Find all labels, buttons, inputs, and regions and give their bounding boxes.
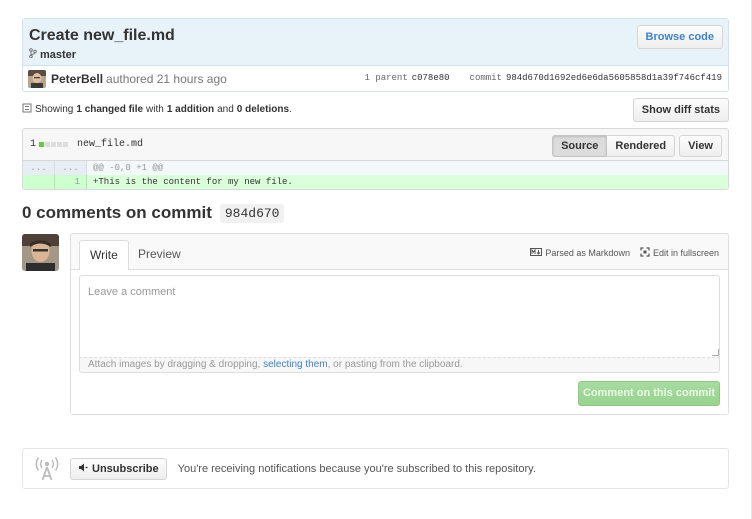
current-user-avatar[interactable] [22,234,59,271]
toc-period: . [289,104,292,115]
added-line: +This is the content for my new file. [93,177,293,187]
authored-time: authored 21 hours ago [106,72,227,86]
commit-sha: 984d670d1692ed6e6da5605858d1a39f746cf419 [505,73,722,83]
markdown-help[interactable]: Parsed as Markdown [530,248,630,258]
file-change-count: 1 [30,139,37,150]
browse-code-button[interactable]: Browse code [636,25,723,49]
comment-textarea[interactable] [79,275,720,357]
broadcast-icon [34,456,60,482]
toc-additions: 1 addition [166,104,215,115]
line-number-old[interactable] [23,175,55,189]
hunk-header: @@ -0,0 +1 @@ [93,163,164,173]
parent-sha-link[interactable]: c078e80 [412,73,450,83]
rendered-button[interactable]: Rendered [607,135,676,157]
file-diff: 1 new_file.md Source Rendered View ... .… [22,128,729,190]
source-button[interactable]: Source [552,135,608,157]
branch-name[interactable]: master [40,49,76,61]
notifications-box: Unsubscribe You're receiving notificatio… [22,448,729,489]
view-file-button[interactable]: View [679,135,722,157]
author-link[interactable]: PeterBell [51,72,103,86]
mute-icon [78,462,88,476]
comment-form-body: Attach images by dragging & dropping, se… [71,270,728,414]
attach-images-bar[interactable]: Attach images by dragging & dropping, se… [79,357,720,373]
file-actions: Source Rendered View [552,135,722,157]
form-tools: Parsed as Markdown Edit in fullscreen [530,247,719,259]
toc-bar: Showing 1 changed file with 1 addition a… [22,98,729,122]
toc-showing: Showing [35,104,74,115]
comment-form-tabs: Write Preview Parsed as Markdown Edit in… [71,234,728,271]
fullscreen-toggle[interactable]: Edit in fullscreen [640,247,719,259]
attach-text-post: , or pasting from the clipboard. [327,359,463,370]
toc-changed-files[interactable]: 1 changed file [76,104,143,115]
comment-submit-button[interactable]: Comment on this commit [578,381,720,406]
diffstat-bar [39,142,69,147]
author-avatar[interactable] [28,70,46,88]
comment-form: Write Preview Parsed as Markdown Edit in… [70,233,729,415]
toc-and: and [217,104,234,115]
line-number-new[interactable]: ... [55,161,87,175]
comments-title: 0 comments on commit [22,203,212,222]
view-mode-toggle: Source Rendered [552,135,676,157]
fullscreen-icon [640,247,650,259]
diff-hunk-row: ... ... @@ -0,0 +1 @@ [23,161,728,175]
show-diff-stats-button[interactable]: Show diff stats [632,98,729,122]
file-header: 1 new_file.md Source Rendered View [23,129,728,161]
commit-sha-block: 1 parent c078e80 commit 984d670d1692ed6e… [365,73,722,83]
notification-reason: You're receiving notifications because y… [177,462,536,475]
unsubscribe-button[interactable]: Unsubscribe [70,457,167,480]
line-number-old[interactable]: ... [23,161,55,175]
comments-heading: 0 comments on commit 984d670 [22,203,285,223]
commit-title-bar: Create new_file.md master Browse code [23,19,728,66]
diff-add-row: 1 +This is the content for my new file. [23,175,728,189]
parent-label: 1 parent [364,73,408,83]
toc-icon [22,103,32,116]
fullscreen-label: Edit in fullscreen [652,248,719,258]
preview-tab[interactable]: Preview [128,240,191,271]
select-images-link[interactable]: selecting them [263,359,327,370]
commit-header: Create new_file.md master Browse code Pe… [22,18,729,92]
markdown-label: Parsed as Markdown [545,248,630,258]
comments-sha-tag: 984d670 [219,203,285,223]
unsubscribe-label: Unsubscribe [92,462,159,475]
commit-title: Create new_file.md [29,27,175,44]
toc-summary: Showing 1 changed file with 1 addition a… [22,103,292,116]
textarea-resize-handle[interactable] [712,349,719,356]
commit-meta: PeterBell authored 21 hours ago 1 parent… [23,66,728,92]
toc-deletions: 0 deletions [236,104,290,115]
file-name[interactable]: new_file.md [77,139,143,150]
write-tab[interactable]: Write [79,240,129,271]
attach-text-pre: Attach images by dragging & dropping, [88,359,264,370]
branch-icon [29,48,37,61]
commit-label: commit [469,73,502,83]
toc-with: with [146,104,164,115]
markdown-icon [530,248,543,258]
line-number-new[interactable]: 1 [55,175,87,189]
branch-line: master [29,48,722,61]
